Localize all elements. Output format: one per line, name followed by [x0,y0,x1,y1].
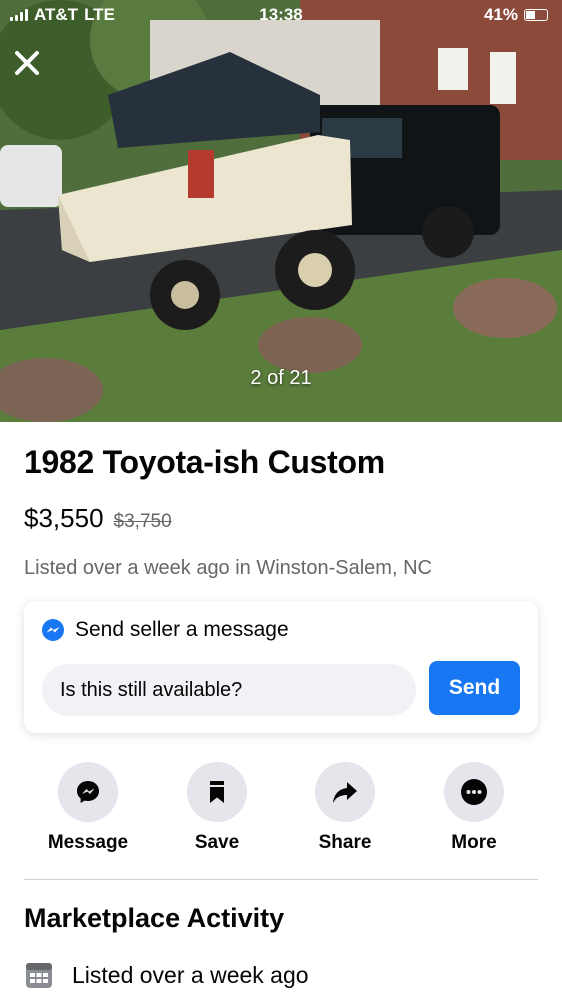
original-price: $3,750 [113,511,172,532]
status-bar: AT&T LTE 13:38 41% [0,0,562,30]
message-input[interactable]: Is this still available? [42,664,416,716]
share-action-label: Share [318,832,372,853]
status-time: 13:38 [259,5,303,24]
battery-icon [524,9,548,21]
share-action-button[interactable]: Share [295,762,395,854]
more-action-button[interactable]: More [424,762,524,854]
share-arrow-icon [333,782,357,803]
message-action-button[interactable]: Message [38,762,138,854]
listed-info: Listed over a week ago in Winston-Salem,… [24,557,432,579]
more-action-label: More [451,832,497,853]
close-icon [15,51,39,75]
more-dots-icon [461,779,487,805]
save-action-button[interactable]: Save [167,762,267,854]
bookmark-icon [210,781,224,803]
listing-photo[interactable]: AT&T LTE 13:38 41% 2 of 21 [0,0,562,422]
message-heading: Send seller a message [75,618,289,641]
current-price: $3,550 [24,503,104,533]
calendar-icon [26,963,52,988]
truck-photo-illustration [0,0,562,422]
save-action-label: Save [194,832,240,853]
battery-info: 41% [484,5,548,25]
marketplace-activity-title: Marketplace Activity [24,903,285,933]
message-seller-card: Send seller a message Is this still avai… [24,601,538,733]
price-row: $3,550 $3,750 [24,503,172,534]
close-button[interactable] [12,48,42,78]
message-heading-row: Send seller a message [41,618,289,642]
action-bar: Message Save Share More [24,762,538,862]
activity-item: Listed over a week ago [24,960,309,990]
messenger-icon [77,781,99,803]
photo-counter: 2 of 21 [250,367,312,389]
listing-title: 1982 Toyota-ish Custom [24,444,385,480]
activity-text: Listed over a week ago [72,961,309,988]
battery-percent: 41% [483,5,518,24]
section-divider [24,879,538,880]
send-button[interactable]: Send [429,661,520,715]
messenger-icon [42,619,64,641]
message-action-label: Message [47,832,129,853]
